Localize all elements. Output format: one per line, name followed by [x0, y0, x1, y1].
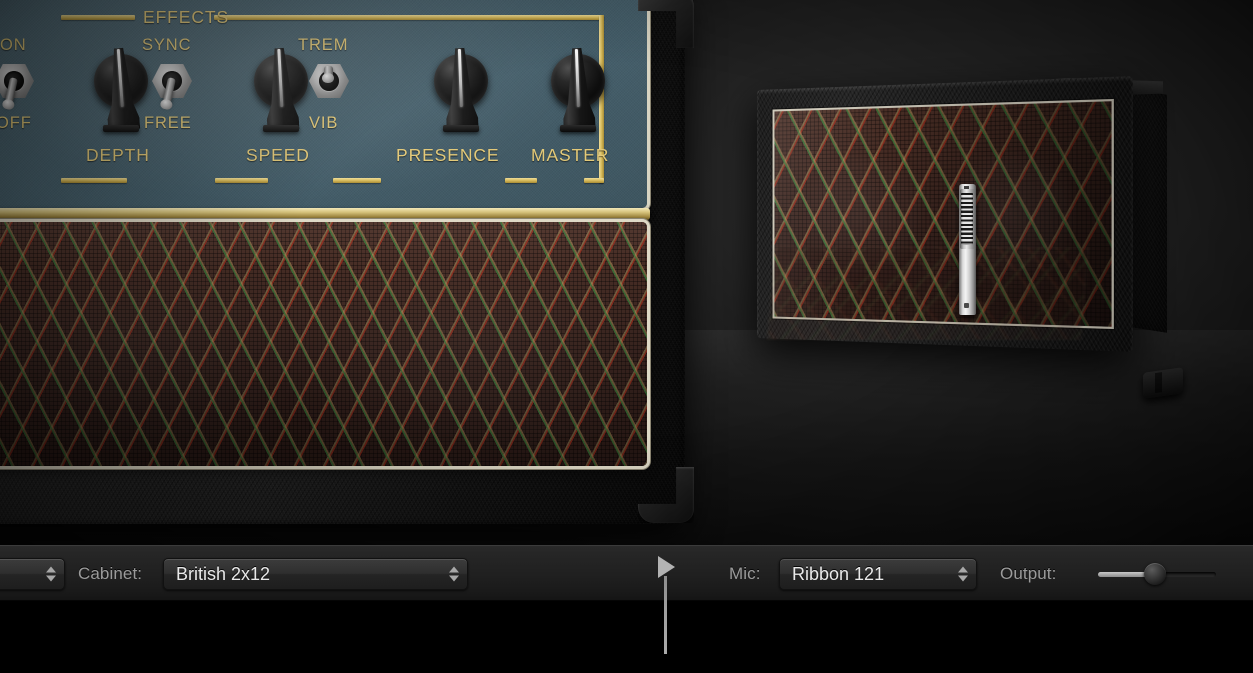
cabinet-popup[interactable]: British 2x12	[163, 558, 468, 590]
knob-foot	[443, 125, 479, 132]
trem-vib-switch[interactable]	[306, 60, 352, 116]
trem-vib-vib-label: VIB	[309, 114, 339, 132]
amp-head: EFFECTS ON OFF DEPTH SYNC FREE SPEED TRE…	[0, 0, 700, 531]
stepper-arrows-icon[interactable]	[46, 566, 56, 582]
marker-stem	[664, 576, 667, 654]
slider-thumb[interactable]	[1143, 563, 1166, 585]
cabinet-label: Cabinet:	[78, 564, 143, 583]
mic-top-marker	[964, 186, 969, 189]
output-label: Output:	[1000, 564, 1057, 583]
chevron-down-icon	[449, 575, 459, 582]
amp-head-grille	[0, 222, 647, 466]
master-knob-label: MASTER	[531, 145, 610, 165]
sync-switch[interactable]	[149, 60, 195, 116]
mic-popup[interactable]: Ribbon 121	[779, 558, 977, 590]
depth-knob[interactable]	[91, 46, 151, 132]
chevron-down-icon	[46, 575, 56, 582]
chevron-up-icon	[449, 566, 459, 573]
gold-trim-line	[599, 15, 604, 183]
sync-switch-free-label: FREE	[144, 114, 192, 132]
effects-section-label: EFFECTS	[143, 7, 230, 27]
toggle-lever[interactable]	[322, 66, 334, 83]
toggle-lever[interactable]	[4, 77, 18, 107]
knob-pointer	[574, 48, 580, 108]
chevron-up-icon	[46, 566, 56, 573]
grille-cloth	[0, 222, 647, 466]
window-bottom-area	[0, 601, 1253, 673]
output-slider[interactable]	[1098, 562, 1216, 586]
amp-control-panel: EFFECTS ON OFF DEPTH SYNC FREE SPEED TRE…	[0, 0, 647, 208]
gold-trim-line	[61, 178, 127, 183]
ribbon-microphone[interactable]	[955, 184, 981, 315]
knob-foot	[263, 125, 299, 132]
knob-body	[254, 54, 308, 108]
chevron-up-icon	[958, 566, 968, 573]
mic-popup-value: Ribbon 121	[792, 563, 885, 584]
mic-label: Mic:	[729, 564, 761, 583]
mic-badge	[964, 303, 969, 308]
chevron-down-icon	[958, 575, 968, 582]
bottom-control-bar: Cabinet: British 2x12 Mic: Ribbon 121 Ou…	[0, 545, 1253, 601]
cabinet-front	[757, 76, 1133, 352]
gold-trim-line	[584, 178, 604, 183]
toggle-hole	[4, 71, 24, 91]
knob-foot	[560, 125, 596, 132]
cabinet-grille	[774, 101, 1112, 327]
knob-skirt	[260, 47, 302, 131]
mic-grille-slots	[961, 193, 973, 245]
trem-vib-trem-label: TREM	[298, 36, 349, 54]
knob-pointer	[277, 48, 283, 108]
knob-pointer	[116, 48, 124, 108]
knob-body	[94, 54, 148, 108]
knob-foot	[103, 125, 139, 132]
effects-power-on-label: ON	[0, 36, 27, 54]
knob-skirt	[100, 47, 144, 131]
mic-position-marker[interactable]	[655, 556, 681, 656]
knob-skirt	[558, 47, 599, 130]
amp-model-popup[interactable]	[0, 558, 65, 590]
toggle-base	[152, 64, 192, 98]
presence-knob-label: PRESENCE	[396, 145, 500, 165]
toggle-lever[interactable]	[162, 77, 176, 107]
speed-knob-label: SPEED	[246, 145, 310, 165]
gold-trim-line	[61, 15, 135, 20]
toggle-base	[0, 64, 34, 98]
cabinet-popup-value: British 2x12	[176, 563, 271, 584]
depth-knob-label: DEPTH	[86, 145, 150, 165]
gold-trim-line	[505, 178, 537, 183]
amp-gold-trim-strip	[0, 208, 650, 220]
gold-trim-line	[333, 178, 381, 183]
stepper-arrows-icon[interactable]	[449, 566, 459, 582]
toggle-base	[309, 64, 349, 98]
master-knob[interactable]	[548, 46, 608, 132]
toggle-hole	[319, 71, 339, 91]
stepper-arrows-icon[interactable]	[958, 566, 968, 582]
presence-knob[interactable]	[431, 46, 491, 132]
toggle-hole	[162, 71, 182, 91]
sync-switch-sync-label: SYNC	[142, 36, 192, 54]
gold-trim-line	[214, 15, 604, 20]
grille-cloth	[774, 101, 1112, 327]
effects-power-switch[interactable]	[0, 60, 37, 116]
gold-trim-line	[215, 178, 268, 183]
play-triangle-icon[interactable]	[658, 556, 675, 578]
knob-pointer	[457, 48, 463, 108]
amp-designer-window: EFFECTS ON OFF DEPTH SYNC FREE SPEED TRE…	[0, 0, 1253, 673]
speed-knob[interactable]	[251, 46, 311, 132]
knob-body	[434, 54, 488, 108]
effects-power-off-label: OFF	[0, 114, 32, 132]
knob-skirt	[441, 47, 482, 130]
knob-body	[551, 54, 605, 108]
